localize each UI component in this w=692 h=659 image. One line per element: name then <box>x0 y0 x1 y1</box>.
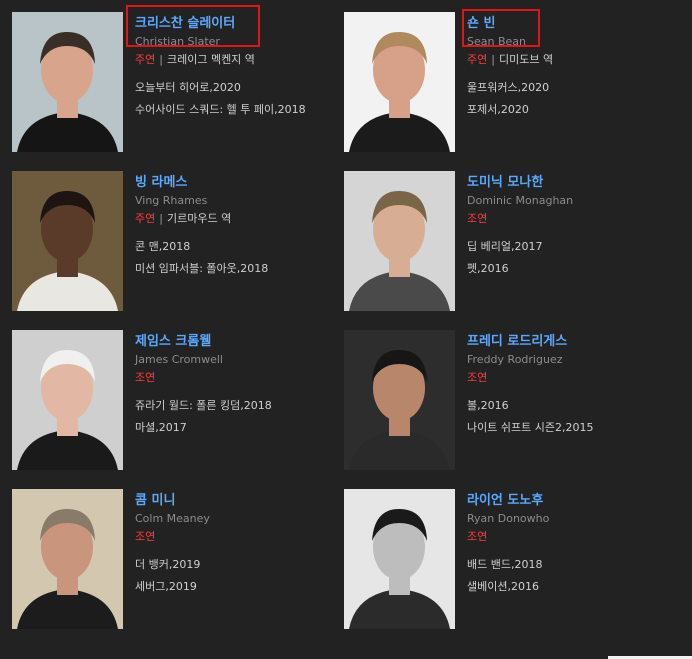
role-separator: | <box>159 212 163 225</box>
role-separator: | <box>159 53 163 66</box>
role-line: 주연 | 기르마우드 역 <box>135 211 345 226</box>
work-item[interactable]: 나이트 쉬프트 시즌2,2015 <box>467 417 677 439</box>
actor-korean-name[interactable]: 라이언 도노후 <box>467 492 543 509</box>
actor-photo[interactable] <box>12 12 123 152</box>
cast-card: 도미닉 모나한 Dominic Monaghan 조연 딥 베리얼,2017 펫… <box>344 171 676 313</box>
actor-english-name: Dominic Monaghan <box>467 194 574 207</box>
actor-info: 도미닉 모나한 Dominic Monaghan 조연 딥 베리얼,2017 펫… <box>467 171 677 280</box>
actor-korean-name[interactable]: 크리스찬 슬레이터 <box>135 15 235 32</box>
work-item[interactable]: 콘 맨,2018 <box>135 236 345 258</box>
actor-info: 프레디 로드리게스 Freddy Rodriguez 조연 볼,2016 나이트… <box>467 330 677 439</box>
work-item[interactable]: 더 뱅커,2019 <box>135 554 345 576</box>
filmography: 더 뱅커,2019 세버그,2019 <box>135 554 345 598</box>
actor-info: 크리스찬 슬레이터 Christian Slater 주연 | 크레이그 멕켄지 역… <box>135 12 345 121</box>
work-item[interactable]: 딥 베리얼,2017 <box>467 236 677 258</box>
actor-info: 빙 라메스 Ving Rhames 주연 | 기르마우드 역 콘 맨,2018 미션… <box>135 171 345 280</box>
filmography: 오늘부터 히어로,2020 수어사이드 스쿼드: 헬 투 페이,2018 <box>135 77 345 121</box>
role-line: 조연 <box>467 529 677 544</box>
role-type: 조연 <box>135 530 156 543</box>
actor-info: 숀 빈 Sean Bean 주연 | 디미도브 역 울프워커스,2020 포제서,2… <box>467 12 677 121</box>
role-line: 주연 | 크레이그 멕켄지 역 <box>135 52 345 67</box>
work-item[interactable]: 마셜,2017 <box>135 417 345 439</box>
cast-card: 제임스 크롬웰 James Cromwell 조연 쥬라기 월드: 폴른 킹덤,… <box>12 330 344 472</box>
work-item[interactable]: 샐베이션,2016 <box>467 576 677 598</box>
filmography: 배드 밴드,2018 샐베이션,2016 <box>467 554 677 598</box>
filmography: 볼,2016 나이트 쉬프트 시즌2,2015 <box>467 395 677 439</box>
work-item[interactable]: 볼,2016 <box>467 395 677 417</box>
role-line: 조연 <box>467 370 677 385</box>
actor-korean-name[interactable]: 숀 빈 <box>467 15 495 32</box>
actor-english-name: Ryan Donowho <box>467 512 550 525</box>
role-type: 조연 <box>467 371 488 384</box>
role-type: 주연 <box>135 212 156 225</box>
work-item[interactable]: 울프워커스,2020 <box>467 77 677 99</box>
work-item[interactable]: 펫,2016 <box>467 258 677 280</box>
cast-card: 프레디 로드리게스 Freddy Rodriguez 조연 볼,2016 나이트… <box>344 330 676 472</box>
work-item[interactable]: 포제서,2020 <box>467 99 677 121</box>
role-line: 조연 <box>135 529 345 544</box>
filmography: 울프워커스,2020 포제서,2020 <box>467 77 677 121</box>
actor-english-name: Ving Rhames <box>135 194 208 207</box>
role-line: 조연 <box>135 370 345 385</box>
actor-korean-name[interactable]: 프레디 로드리게스 <box>467 333 567 350</box>
work-item[interactable]: 미션 임파서블: 폴아웃,2018 <box>135 258 345 280</box>
actor-photo[interactable] <box>12 489 123 629</box>
cast-card: 숀 빈 Sean Bean 주연 | 디미도브 역 울프워커스,2020 포제서,2… <box>344 12 676 154</box>
actor-photo[interactable] <box>12 330 123 470</box>
actor-korean-name[interactable]: 빙 라메스 <box>135 174 187 191</box>
actor-english-name: James Cromwell <box>135 353 223 366</box>
character-name: 기르마우드 역 <box>166 212 232 225</box>
actor-english-name: Christian Slater <box>135 35 220 48</box>
cast-card: 빙 라메스 Ving Rhames 주연 | 기르마우드 역 콘 맨,2018 미션… <box>12 171 344 313</box>
actor-korean-name[interactable]: 도미닉 모나한 <box>467 174 543 191</box>
actor-photo[interactable] <box>344 330 455 470</box>
actor-english-name: Freddy Rodriguez <box>467 353 563 366</box>
actor-korean-name[interactable]: 제임스 크롬웰 <box>135 333 211 350</box>
actor-photo[interactable] <box>344 171 455 311</box>
actor-photo[interactable] <box>344 12 455 152</box>
role-type: 조연 <box>467 530 488 543</box>
character-name: 크레이그 멕켄지 역 <box>166 53 255 66</box>
role-type: 조연 <box>467 212 488 225</box>
actor-photo[interactable] <box>344 489 455 629</box>
filmography: 딥 베리얼,2017 펫,2016 <box>467 236 677 280</box>
work-item[interactable]: 세버그,2019 <box>135 576 345 598</box>
filmography: 쥬라기 월드: 폴른 킹덤,2018 마셜,2017 <box>135 395 345 439</box>
cast-grid: 크리스찬 슬레이터 Christian Slater 주연 | 크레이그 멕켄지 역… <box>0 0 692 659</box>
role-type: 조연 <box>135 371 156 384</box>
actor-english-name: Sean Bean <box>467 35 526 48</box>
actor-info: 제임스 크롬웰 James Cromwell 조연 쥬라기 월드: 폴른 킹덤,… <box>135 330 345 439</box>
cast-card: 크리스찬 슬레이터 Christian Slater 주연 | 크레이그 멕켄지 역… <box>12 12 344 154</box>
work-item[interactable]: 쥬라기 월드: 폴른 킹덤,2018 <box>135 395 345 417</box>
role-line: 조연 <box>467 211 677 226</box>
actor-info: 라이언 도노후 Ryan Donowho 조연 배드 밴드,2018 샐베이션,… <box>467 489 677 598</box>
cast-card: 콤 미니 Colm Meaney 조연 더 뱅커,2019 세버그,2019 <box>12 489 344 631</box>
filmography: 콘 맨,2018 미션 임파서블: 폴아웃,2018 <box>135 236 345 280</box>
cast-card: 라이언 도노후 Ryan Donowho 조연 배드 밴드,2018 샐베이션,… <box>344 489 676 631</box>
character-name: 디미도브 역 <box>498 53 554 66</box>
role-separator: | <box>491 53 495 66</box>
role-type: 주연 <box>135 53 156 66</box>
actor-korean-name[interactable]: 콤 미니 <box>135 492 175 509</box>
work-item[interactable]: 배드 밴드,2018 <box>467 554 677 576</box>
actor-english-name: Colm Meaney <box>135 512 210 525</box>
role-type: 주연 <box>467 53 488 66</box>
role-line: 주연 | 디미도브 역 <box>467 52 677 67</box>
work-item[interactable]: 수어사이드 스쿼드: 헬 투 페이,2018 <box>135 99 345 121</box>
work-item[interactable]: 오늘부터 히어로,2020 <box>135 77 345 99</box>
actor-photo[interactable] <box>12 171 123 311</box>
actor-info: 콤 미니 Colm Meaney 조연 더 뱅커,2019 세버그,2019 <box>135 489 345 598</box>
